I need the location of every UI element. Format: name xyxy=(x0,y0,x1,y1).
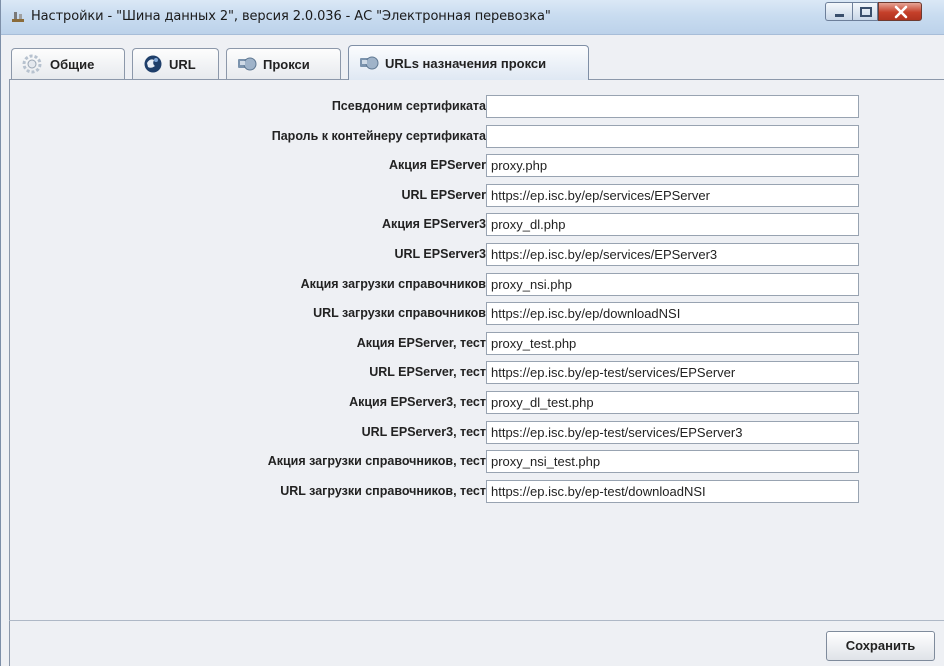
proxy-icon xyxy=(238,57,257,71)
text-field[interactable]: proxy_nsi_test.php xyxy=(486,450,859,473)
field-label: URL EPServer, тест xyxy=(369,365,486,379)
field-label: Акция загрузки справочников xyxy=(300,277,486,291)
window-title: Настройки - "Шина данных 2", версия 2.0.… xyxy=(31,9,551,24)
field-label: Псевдоним сертификата xyxy=(331,99,486,113)
field-label: Акция EPServer3, тест xyxy=(349,395,486,409)
field-label: URL загрузки справочников xyxy=(313,306,486,320)
text-field[interactable]: proxy_dl_test.php xyxy=(486,391,859,414)
field-label: URL EPServer3 xyxy=(394,247,487,261)
field-label: URL загрузки справочников, тест xyxy=(280,484,486,498)
text-field[interactable]: proxy_dl.php xyxy=(486,213,859,236)
text-field[interactable]: https://ep.isc.by/ep/downloadNSI xyxy=(486,302,859,325)
settings-window: Настройки - "Шина данных 2", версия 2.0.… xyxy=(0,0,944,666)
text-field[interactable] xyxy=(486,95,859,118)
field-label: Акция загрузки справочников, тест xyxy=(267,454,486,468)
tab-proxy[interactable]: Прокси xyxy=(226,48,341,79)
text-field[interactable]: https://ep.isc.by/ep-test/downloadNSI xyxy=(486,480,859,503)
field-label: Пароль к контейнеру сертификата xyxy=(271,129,486,143)
footer-divider xyxy=(9,620,944,621)
field-label: URL EPServer xyxy=(401,188,486,202)
text-field[interactable]: proxy_test.php xyxy=(486,332,859,355)
minimize-button[interactable] xyxy=(825,2,852,21)
minimize-icon xyxy=(835,14,844,17)
gear-icon xyxy=(22,54,42,74)
text-field[interactable]: https://ep.isc.by/ep/services/EPServer xyxy=(486,184,859,207)
tab-general-label: Общие xyxy=(50,57,95,72)
text-field[interactable]: https://ep.isc.by/ep-test/services/EPSer… xyxy=(486,421,859,444)
text-field[interactable]: https://ep.isc.by/ep-test/services/EPSer… xyxy=(486,361,859,384)
tab-proxy-destination-urls-label: URLs назначения прокси xyxy=(385,56,547,71)
app-icon xyxy=(12,12,24,22)
tab-url[interactable]: URL xyxy=(132,48,219,79)
tab-url-label: URL xyxy=(169,57,196,72)
text-field[interactable]: https://ep.isc.by/ep/services/EPServer3 xyxy=(486,243,859,266)
maximize-icon xyxy=(860,7,872,17)
maximize-button[interactable] xyxy=(852,2,878,21)
text-field[interactable]: proxy_nsi.php xyxy=(486,273,859,296)
tab-proxy-destination-urls[interactable]: URLs назначения прокси xyxy=(348,45,589,80)
title-bar[interactable]: Настройки - "Шина данных 2", версия 2.0.… xyxy=(1,0,944,35)
tab-general[interactable]: Общие xyxy=(11,48,125,79)
close-icon xyxy=(894,5,908,19)
save-button[interactable]: Сохранить xyxy=(826,631,935,661)
tab-proxy-label: Прокси xyxy=(263,57,310,72)
field-label: Акция EPServer3 xyxy=(382,217,486,231)
text-field[interactable] xyxy=(486,125,859,148)
field-label: URL EPServer3, тест xyxy=(361,425,486,439)
field-label: Акция EPServer, тест xyxy=(356,336,486,350)
close-button[interactable] xyxy=(878,2,922,21)
field-label: Акция EPServer xyxy=(388,158,486,172)
proxy-icon xyxy=(360,56,379,70)
globe-icon xyxy=(144,55,162,73)
text-field[interactable]: proxy.php xyxy=(486,154,859,177)
